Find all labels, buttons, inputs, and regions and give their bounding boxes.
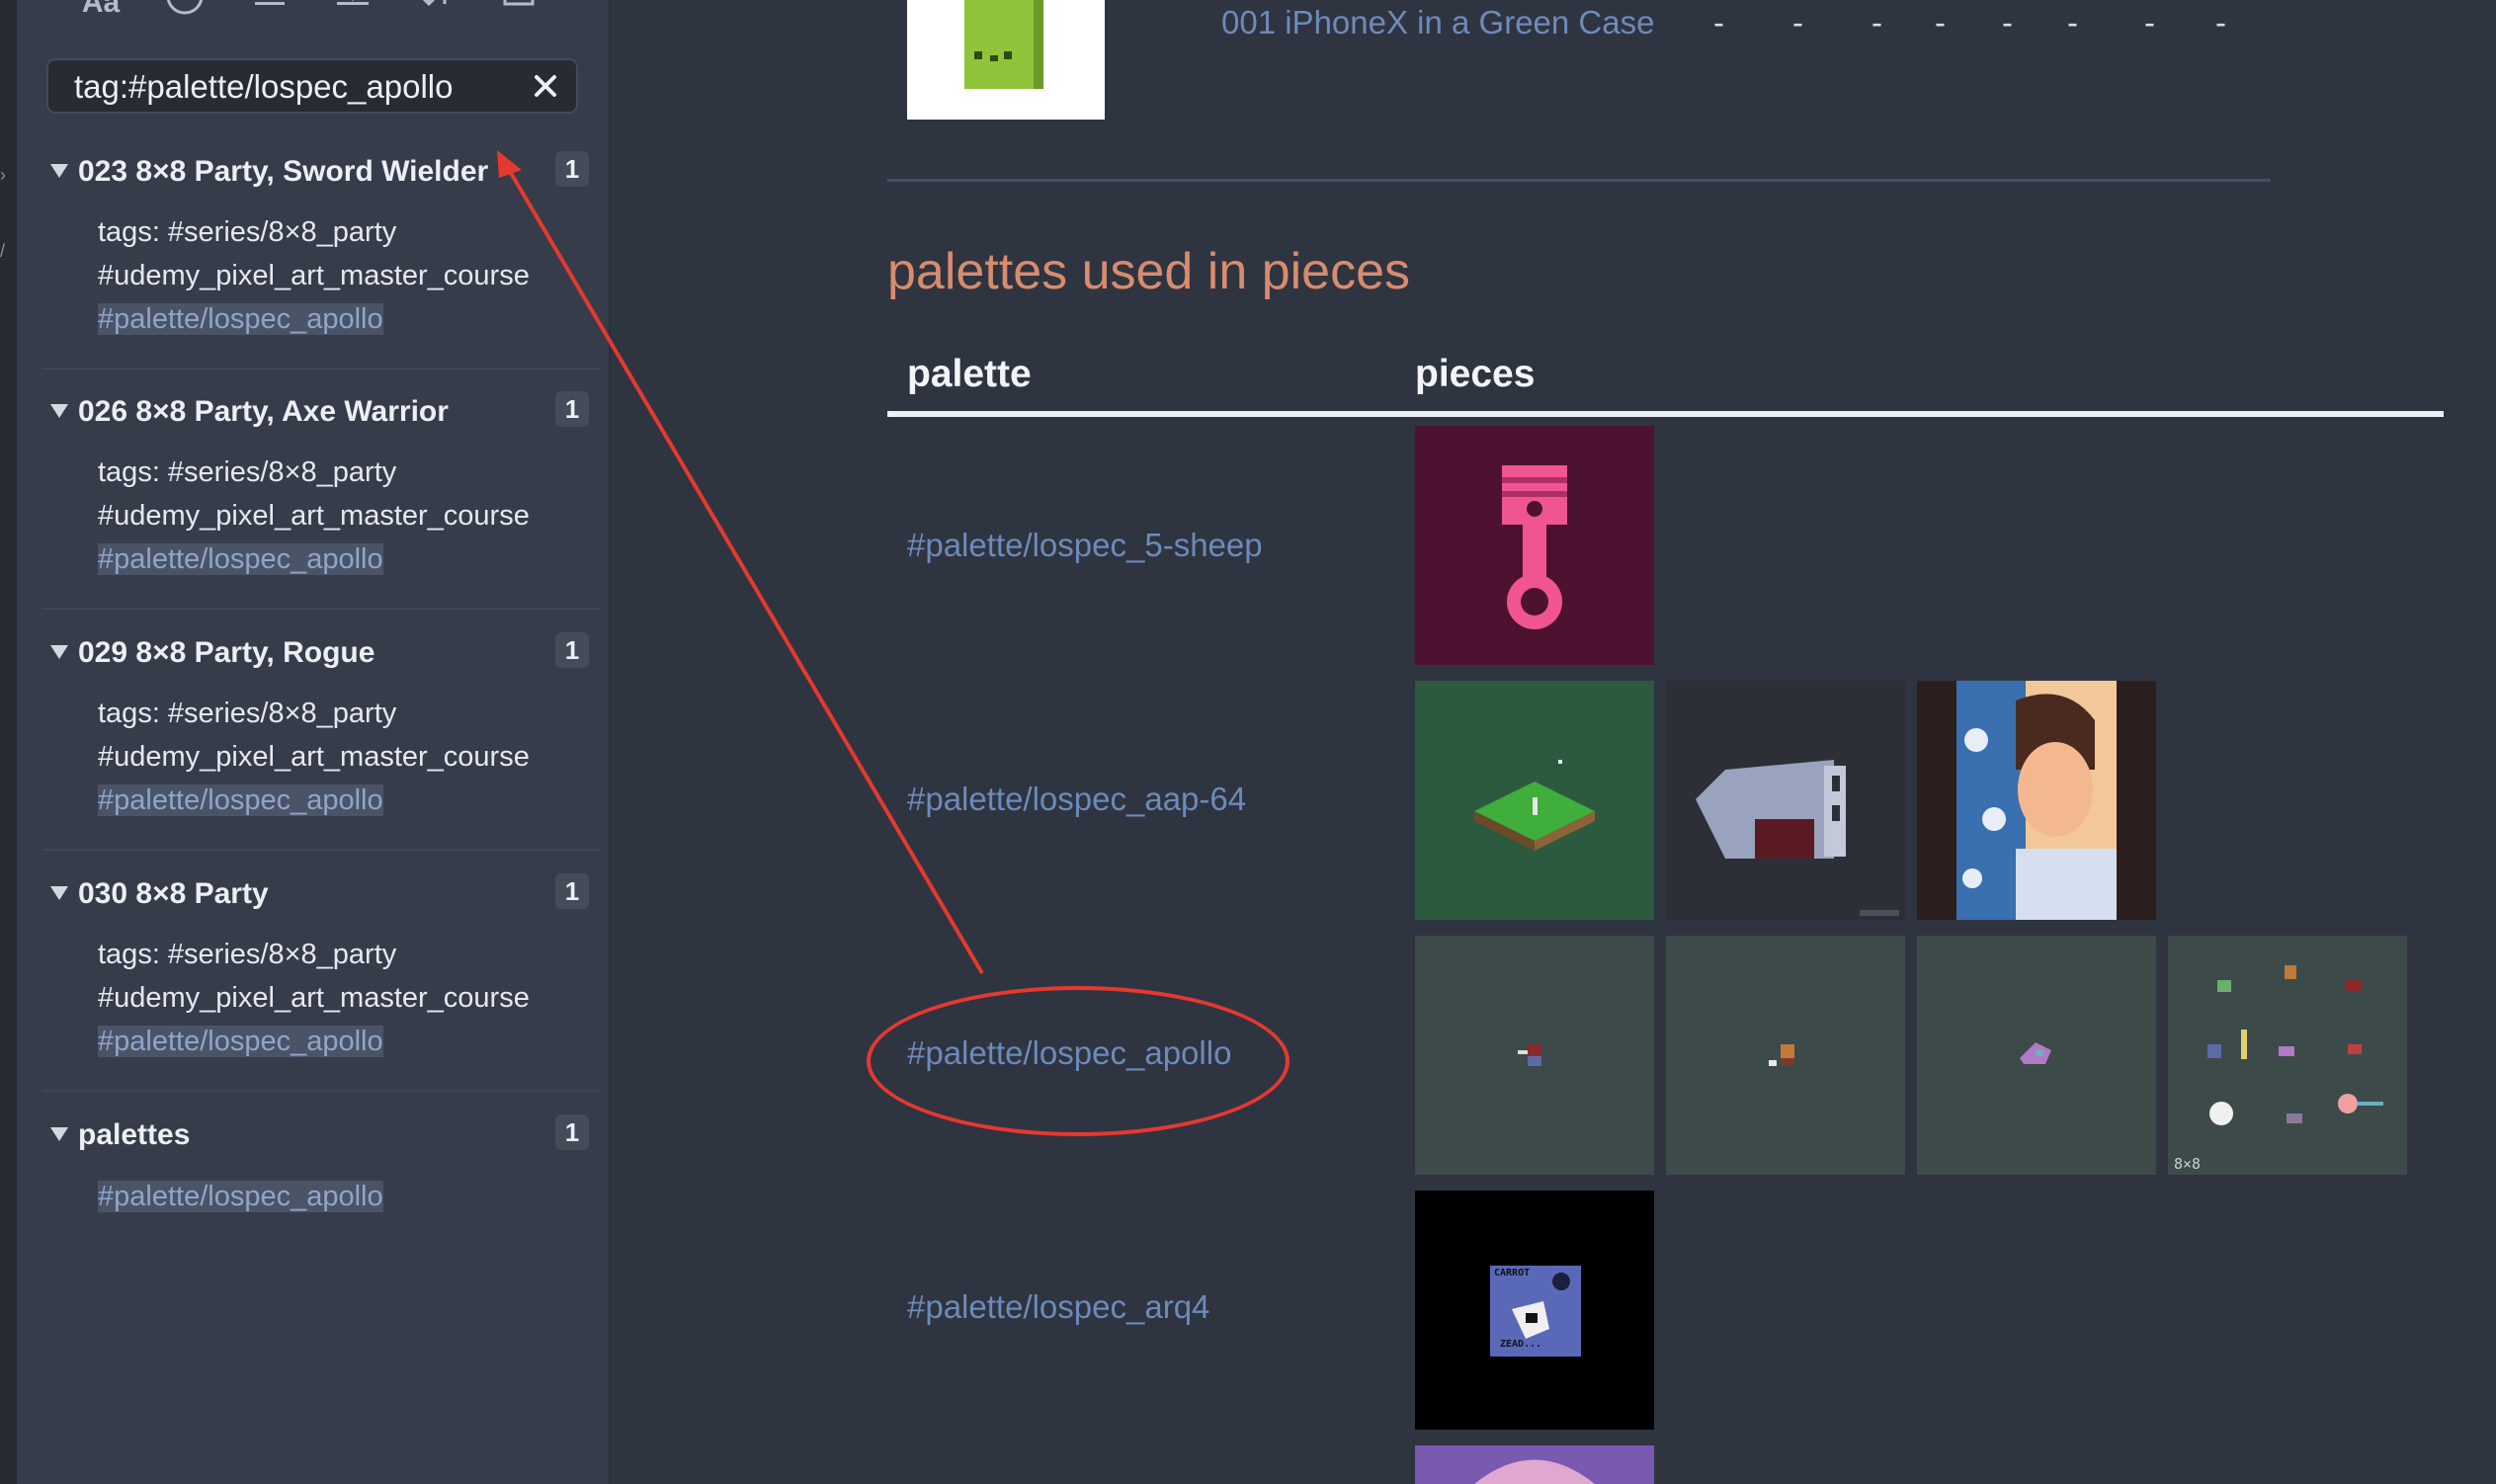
result-group[interactable]: 030 8×8 Party 1 tags: #series/8×8_party … — [42, 873, 601, 1092]
result-match[interactable]: #palette/lospec_apollo — [98, 1026, 383, 1058]
column-header-palette: palette — [907, 353, 1032, 395]
table-cell: - — [2144, 4, 2155, 41]
result-line[interactable]: #udemy_pixel_art_master_course — [98, 260, 530, 292]
result-group[interactable]: 029 8×8 Party, Rogue 1 tags: #series/8×8… — [42, 632, 601, 851]
close-icon — [535, 75, 556, 97]
piece-caption: 8×8 — [2174, 1155, 2202, 1173]
sword-wielder-piece[interactable] — [1415, 936, 1654, 1175]
table-cell: - — [1713, 4, 1724, 41]
table-cell: - — [1935, 4, 1946, 41]
match-count-badge: 1 — [555, 391, 589, 427]
result-title[interactable]: 026 8×8 Party, Axe Warrior — [78, 395, 449, 429]
result-line[interactable]: #udemy_pixel_art_master_course — [98, 741, 530, 774]
piece-caption: ZEAD... — [1500, 1339, 1542, 1350]
result-group[interactable]: 026 8×8 Party, Axe Warrior 1 tags: #seri… — [42, 391, 601, 610]
search-sidebar: Aa 023 8×8 Party, Sword Wielder 1 tags: … — [17, 0, 611, 1484]
party-sheet-piece[interactable]: 8×8 — [2168, 936, 2407, 1175]
next-piece[interactable] — [1415, 1445, 1654, 1484]
match-count-badge: 1 — [555, 632, 589, 668]
note-content: 001 iPhoneX in a Green Case - - - - - - … — [611, 0, 2496, 1484]
carrot-piece[interactable]: CARROT ZEAD... — [1415, 1191, 1654, 1430]
result-group[interactable]: palettes 1 #palette/lospec_apollo — [42, 1114, 601, 1237]
chevron-down-icon[interactable] — [50, 645, 68, 659]
table-cell: - — [2215, 4, 2226, 41]
palette-link[interactable]: #palette/lospec_5-sheep — [907, 527, 1263, 564]
window-edge: › / — [0, 0, 17, 1484]
match-highlight[interactable]: #palette/lospec_apollo — [98, 543, 383, 575]
edge-glyph: › — [0, 165, 6, 185]
palette-link[interactable]: #palette/lospec_aap-64 — [907, 781, 1246, 818]
chevron-down-icon[interactable] — [50, 404, 68, 418]
chevron-down-icon[interactable] — [50, 886, 68, 900]
search-input[interactable] — [72, 60, 511, 114]
section-heading: palettes used in pieces — [887, 243, 1411, 300]
axe-warrior-piece[interactable] — [1666, 936, 1905, 1175]
result-line[interactable]: #udemy_pixel_art_master_course — [98, 982, 530, 1015]
match-highlight[interactable]: #palette/lospec_apollo — [98, 1181, 383, 1212]
annotation-ellipse — [867, 986, 1290, 1136]
match-highlight[interactable]: #palette/lospec_apollo — [98, 1026, 383, 1057]
chevron-down-icon[interactable] — [50, 164, 68, 178]
iphone-thumbnail[interactable] — [907, 0, 1105, 120]
table-cell: - — [1792, 4, 1803, 41]
table-cell: - — [1872, 4, 1882, 41]
piston-piece[interactable] — [1415, 426, 1654, 665]
match-highlight[interactable]: #palette/lospec_apollo — [98, 784, 383, 816]
golf-green-piece[interactable] — [1415, 681, 1654, 920]
result-match[interactable]: #palette/lospec_apollo — [98, 784, 383, 817]
result-line[interactable]: #udemy_pixel_art_master_course — [98, 500, 530, 533]
note-icon[interactable] — [498, 0, 543, 28]
table-cell: - — [2067, 4, 2078, 41]
result-title[interactable]: palettes — [78, 1118, 190, 1152]
result-match[interactable]: #palette/lospec_apollo — [98, 1181, 383, 1213]
match-highlight[interactable]: #palette/lospec_apollo — [98, 303, 383, 335]
result-line[interactable]: tags: #series/8×8_party — [98, 698, 396, 730]
match-count-badge: 1 — [555, 873, 589, 909]
piece-link[interactable]: 001 iPhoneX in a Green Case — [1221, 4, 1654, 41]
result-line[interactable]: tags: #series/8×8_party — [98, 216, 396, 249]
table-cell: - — [2002, 4, 2013, 41]
result-title[interactable]: 030 8×8 Party — [78, 877, 269, 911]
result-group[interactable]: 023 8×8 Party, Sword Wielder 1 tags: #se… — [42, 151, 601, 370]
search-box — [46, 58, 578, 114]
sort-icon[interactable] — [414, 0, 459, 28]
rogue-piece[interactable] — [1917, 936, 2156, 1175]
edge-glyph: / — [0, 241, 6, 261]
result-line[interactable]: tags: #series/8×8_party — [98, 939, 396, 971]
portrait-piece[interactable] — [1917, 681, 2156, 920]
result-title[interactable]: 023 8×8 Party, Sword Wielder — [78, 155, 488, 189]
horizontal-rule — [887, 179, 2271, 182]
result-match[interactable]: #palette/lospec_apollo — [98, 303, 383, 336]
header-rule — [887, 411, 2444, 417]
list-icon[interactable] — [246, 0, 291, 28]
clear-search-button[interactable] — [529, 69, 562, 103]
match-count-badge: 1 — [555, 1114, 589, 1150]
radiator-piece[interactable] — [1666, 681, 1905, 920]
column-header-pieces: pieces — [1415, 353, 1536, 395]
info-icon[interactable] — [162, 0, 208, 28]
palette-link[interactable]: #palette/lospec_arq4 — [907, 1288, 1209, 1326]
download-icon[interactable] — [330, 0, 375, 28]
sidebar-toolbar: Aa — [17, 0, 609, 40]
result-match[interactable]: #palette/lospec_apollo — [98, 543, 383, 576]
match-count-badge: 1 — [555, 151, 589, 187]
font-size-icon[interactable]: Aa — [78, 0, 124, 28]
chevron-down-icon[interactable] — [50, 1127, 68, 1141]
result-title[interactable]: 029 8×8 Party, Rogue — [78, 636, 374, 670]
result-line[interactable]: tags: #series/8×8_party — [98, 456, 396, 489]
piece-caption: CARROT — [1494, 1268, 1531, 1278]
font-size-glyph: Aa — [81, 0, 121, 19]
